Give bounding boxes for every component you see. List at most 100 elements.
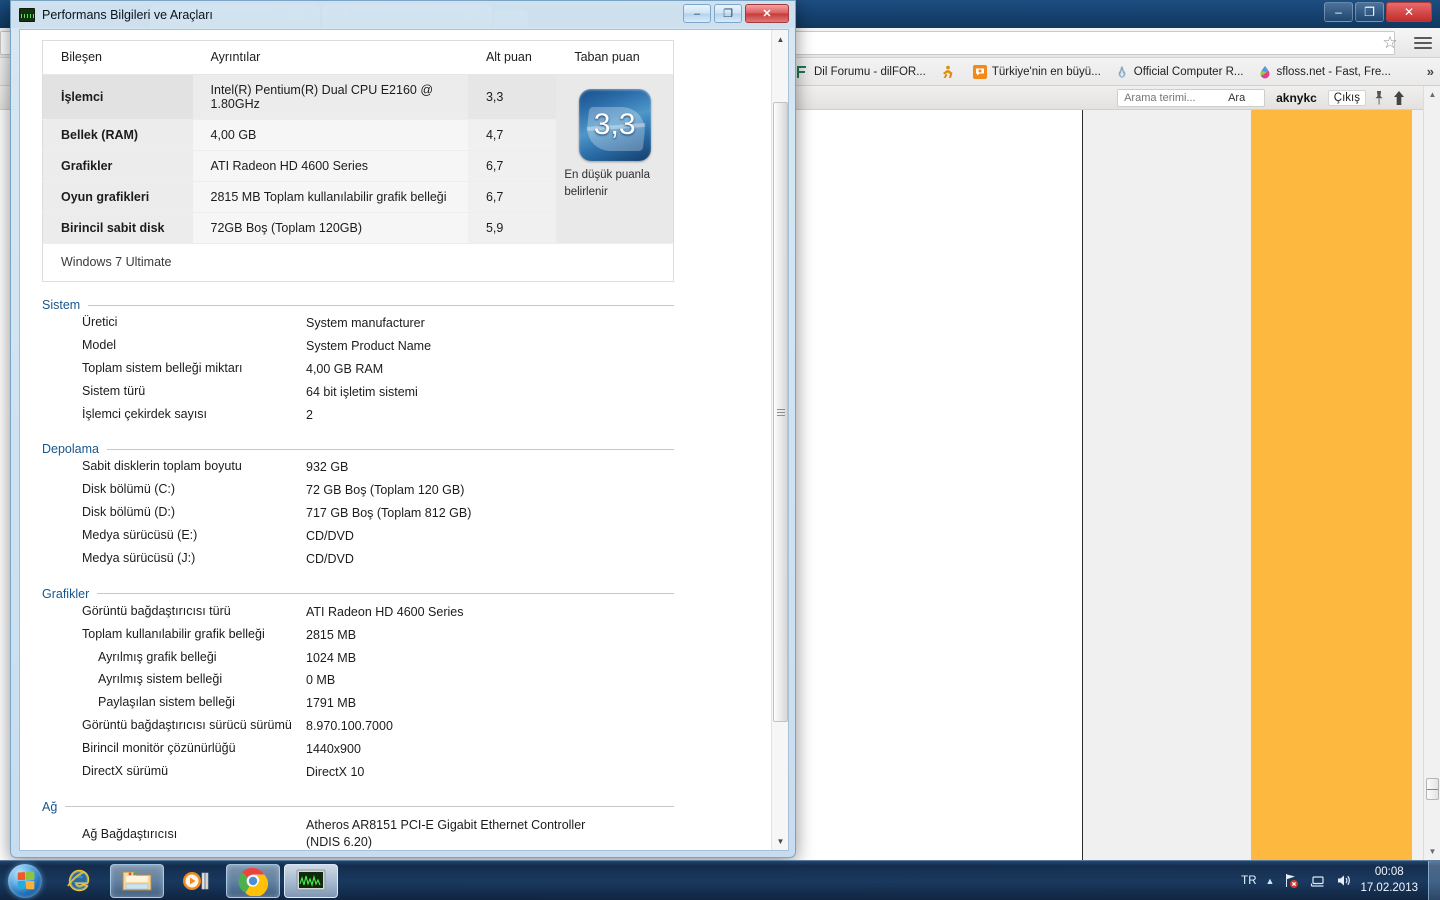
scroll-up-icon[interactable]: ▲ [772,30,788,48]
performance-window-controls[interactable]: – ❐ ✕ [683,4,789,23]
bookmark-label: Türkiye'nin en büyü... [991,65,1101,78]
minimize-button[interactable]: – [683,4,711,23]
detail-row: Toplam sistem belleği miktarı 4,00 GB RA… [42,358,674,381]
performance-window-scrollbar[interactable]: ▲ ▼ [771,30,788,850]
cell-component: İşlemci [42,74,193,120]
internet-explorer-icon [67,869,90,891]
detail-key: Sistem türü [82,383,146,398]
browser-close-button[interactable]: ✕ [1386,2,1432,22]
network-error-icon[interactable] [1283,872,1300,889]
bookmark-item-turkiye[interactable]: Türkiye'nin en büyü... [972,64,1101,79]
start-button[interactable] [2,863,48,899]
base-score-cell: 3,3 En düşük puanla belirlenir [556,74,674,244]
bookmarks-overflow-icon[interactable]: » [1427,64,1434,79]
maximize-button[interactable]: ❐ [714,4,742,23]
windows-experience-badge: 3,3 [578,89,651,161]
detail-row: Disk bölümü (C:) 72 GB Boş (Toplam 120 G… [42,479,674,502]
taskbar-item-google-chrome[interactable] [226,863,280,898]
performance-monitor-icon [19,8,35,22]
pin-icon[interactable] [1372,90,1386,106]
dilforum-icon [797,65,806,78]
volume-icon[interactable] [1335,872,1352,889]
chat-icon [972,64,987,79]
performance-window-titlebar[interactable]: Performans Bilgileri ve Araçları – ❐ ✕ [11,1,795,29]
detail-row: Sabit disklerin toplam boyutu 932 GB [42,456,674,479]
cell-subscore: 6,7 [467,181,557,213]
detail-value: 8.970.100.7000 [306,719,393,734]
taskbar-clock[interactable]: 00:08 17.02.2013 [1356,865,1428,896]
scrollbar-thumb[interactable] [773,102,788,722]
folder-icon [122,871,152,890]
detail-key: Birincil monitör çözünürlüğü [82,741,236,755]
search-button[interactable]: Ara [1222,92,1251,104]
taskbar-item-windows-explorer[interactable] [110,863,164,898]
cell-component: Grafikler [42,150,193,182]
bookmark-item-runner[interactable] [940,65,959,79]
page-scrollbar[interactable]: ▲ ▼ [1423,86,1440,860]
detail-row: Görüntü bağdaştırıcısı türü ATI Radeon H… [42,601,674,624]
cell-details: Intel(R) Pentium(R) Dual CPU E2160 @ 1.8… [192,74,468,120]
bookmark-item-sfloss[interactable]: sfloss.net - Fast, Fre... [1258,65,1391,79]
browser-maximize-button[interactable]: ❐ [1355,2,1384,22]
detail-value: 1440x900 [306,742,361,756]
taskbar[interactable]: TR ▲ 00:08 17.02.2013 [0,860,1440,900]
upload-arrow-icon[interactable] [1392,90,1406,106]
detail-value: 2 [306,407,313,422]
cell-subscore: 4,7 [467,119,557,151]
scroll-up-icon[interactable]: ▲ [1424,86,1440,103]
detail-row: Ayrılmış grafik belleği 1024 MB [42,647,674,670]
flame-icon [1118,65,1126,78]
bookmark-item-dilforum[interactable]: Dil Forumu - dilFOR... [795,65,926,79]
performance-information-window[interactable]: Performans Bilgileri ve Araçları – ❐ ✕ B… [10,0,796,858]
detail-key: Toplam kullanılabilir grafik belleği [82,626,265,641]
detail-value: 72 GB Boş (Toplam 120 GB) [306,483,465,498]
taskbar-item-media-player[interactable] [168,864,222,898]
detail-row: Görüntü bağdaştırıcısı sürücü sürümü 8.9… [42,715,674,738]
page-scrollbar-thumb[interactable] [1426,778,1439,800]
bookmark-label: Official Computer R... [1133,65,1244,78]
section-divider [65,806,674,808]
search-input[interactable] [1118,91,1223,104]
username-label[interactable]: aknykc [1271,91,1322,105]
base-score-note: En düşük puanla belirlenir [564,169,650,198]
detail-row: Model System Product Name [42,335,674,358]
tray-expand-icon[interactable]: ▲ [1266,876,1275,886]
section-depolama: Depolama Sabit disklerin toplam boyutu 9… [42,442,674,570]
detail-key: Görüntü bağdaştırıcısı türü [82,603,231,618]
system-tray[interactable]: TR ▲ [1241,872,1356,889]
detail-value: 1791 MB [306,696,357,711]
section-header: Ağ [42,800,674,814]
browser-window-controls[interactable]: – ❐ ✕ [1324,2,1432,22]
network-icon[interactable] [1309,872,1326,889]
scroll-down-icon[interactable]: ▼ [1424,843,1440,860]
col-header-details: Ayrıntılar [192,40,468,75]
show-desktop-button[interactable] [1428,860,1440,900]
cell-details: 72GB Boş (Toplam 120GB) [192,212,468,244]
logout-button[interactable]: Çıkış [1327,89,1366,106]
cell-details: 4,00 GB [192,119,468,151]
taskbar-item-performance-monitor[interactable] [284,863,338,898]
detail-value: 64 bit işletim sistemi [306,384,418,399]
performance-monitor-icon [296,869,326,890]
bookmark-star-icon[interactable]: ☆ [1380,33,1400,53]
droplet-icon [1260,65,1269,78]
browser-minimize-button[interactable]: – [1324,2,1353,22]
browser-menu-icon[interactable] [1414,34,1432,50]
detail-row: Paylaşılan sistem belleği 1791 MB [42,692,674,715]
taskbar-item-internet-explorer[interactable] [52,864,106,898]
close-button[interactable]: ✕ [745,4,789,23]
detail-key: Ağ Bağdaştırıcısı [82,826,178,841]
page-search-box[interactable]: Ara [1117,88,1266,107]
table-row[interactable]: İşlemci Intel(R) Pentium(R) Dual CPU E21… [42,74,674,244]
language-indicator[interactable]: TR [1241,875,1256,887]
detail-value: ATI Radeon HD 4600 Series [306,604,464,619]
cell-component: Bellek (RAM) [42,119,193,151]
bookmark-label: Dil Forumu - dilFOR... [814,65,926,78]
section-divider [106,448,674,450]
detail-key: İşlemci çekirdek sayısı [82,406,208,421]
scroll-down-icon[interactable]: ▼ [772,832,788,850]
media-player-icon [183,871,209,890]
detail-row: Toplam kullanılabilir grafik belleği 281… [42,624,674,647]
bookmark-item-official-computer[interactable]: Official Computer R... [1115,65,1244,79]
clock-date: 17.02.2013 [1360,881,1418,894]
